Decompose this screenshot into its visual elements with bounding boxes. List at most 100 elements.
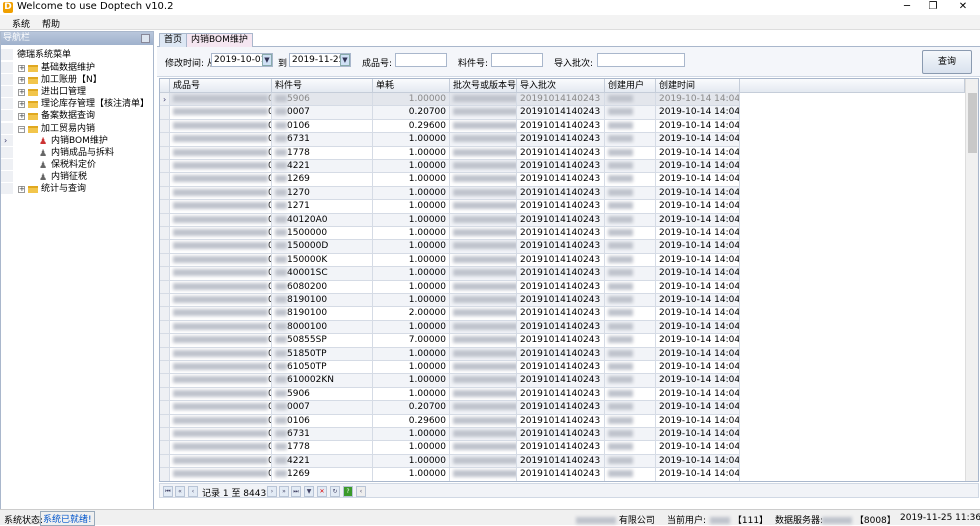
cell-2[interactable]: 1.00000 (373, 173, 450, 187)
table-row[interactable]: 0BAKK-GG801060.29600645920191014140243 20… (160, 414, 966, 428)
cell-2[interactable]: 1.00000 (373, 294, 450, 308)
cell-0[interactable]: 0BK-GG8N (170, 253, 272, 268)
cell-1[interactable]: 1269 (272, 173, 373, 187)
cell-3[interactable]: 3980 (450, 186, 517, 201)
nav-item[interactable]: − 加工贸易内销 (1, 122, 153, 135)
cell-5[interactable] (605, 334, 656, 348)
batch-input[interactable] (597, 53, 685, 67)
cell-5[interactable] (605, 119, 656, 134)
cell-1[interactable]: 8190100 (272, 307, 373, 321)
cell-4[interactable]: 20191014140243 (517, 280, 605, 294)
cell-6[interactable]: 2019-10-14 14:04:12 (656, 173, 740, 187)
cell-1[interactable]: 1778 (272, 441, 373, 455)
cell-3[interactable]: 3980 (450, 160, 517, 174)
cell-4[interactable]: 20191014140243 (517, 227, 605, 241)
cell-0[interactable]: 0BAKK-GG8 (170, 414, 272, 428)
cell-1[interactable]: 6731 (272, 133, 373, 147)
collapse-icon[interactable]: − (18, 125, 25, 133)
cell-3[interactable]: 6459 (450, 428, 517, 442)
column-header[interactable]: 料件号 (272, 79, 373, 93)
table-row[interactable]: 0BK-GG8N01060.29600398020191014140243 201… (160, 119, 966, 134)
cell-4[interactable]: 20191014140243 (517, 468, 605, 481)
cell-5[interactable] (605, 361, 656, 375)
cell-1[interactable]: 0106 (272, 119, 373, 134)
cell-2[interactable]: 0.20700 (373, 106, 450, 120)
cell-4[interactable]: 20191014140243 (517, 374, 605, 388)
cell-1[interactable]: 0106 (272, 414, 373, 428)
nav-item[interactable]: + 理论库存管理【核注清单】 (1, 98, 153, 111)
cell-5[interactable] (605, 227, 656, 241)
cell-1[interactable]: 150000K (272, 253, 373, 268)
cell-2[interactable]: 1.00000 (373, 186, 450, 201)
table-row[interactable]: 0BK-GG8N81901001.00000398020191014140243… (160, 294, 966, 308)
cell-1[interactable]: 150000D (272, 240, 373, 254)
cell-0[interactable]: 0BK-GG8N (170, 106, 272, 120)
cell-0[interactable]: 0BK-GG8N (170, 334, 272, 348)
cell-2[interactable]: 7.00000 (373, 334, 450, 348)
cell-1[interactable]: 50855SP (272, 334, 373, 348)
cell-0[interactable]: 0BAKK-GG8 (170, 468, 272, 481)
cell-0[interactable]: 0BK-GG8N (170, 347, 272, 361)
cell-3[interactable]: 6459 (450, 468, 517, 481)
cell-3[interactable]: 3980 (450, 173, 517, 187)
cell-2[interactable]: 1.00000 (373, 267, 450, 281)
cell-6[interactable]: 2019-10-14 14:04:12 (656, 294, 740, 308)
cell-1[interactable]: 4221 (272, 454, 373, 469)
cell-5[interactable] (605, 441, 656, 455)
cell-5[interactable] (605, 240, 656, 254)
cell-3[interactable]: 3980 (450, 267, 517, 281)
cell-6[interactable]: 2019-10-14 14:04:12 (656, 387, 740, 402)
scroll-left-icon[interactable]: ‹ (356, 486, 366, 497)
cell-5[interactable] (605, 106, 656, 120)
cell-2[interactable]: 1.00000 (373, 454, 450, 469)
cell-3[interactable]: 3980 (450, 374, 517, 388)
nav-item[interactable]: + 统计与查询 (1, 183, 153, 195)
cell-0[interactable]: 0BK-GG8N (170, 294, 272, 308)
pin-icon[interactable] (141, 34, 150, 43)
cell-6[interactable]: 2019-10-14 14:04:12 (656, 320, 740, 335)
cell-6[interactable]: 2019-10-14 14:04:12 (656, 93, 740, 107)
cell-3[interactable]: 6459 (450, 414, 517, 428)
table-row[interactable]: 0BK-GG8N12711.00000398020191014140243 201… (160, 200, 966, 214)
cell-6[interactable]: 2019-10-14 14:04:12 (656, 280, 740, 294)
close-button[interactable]: ✕ (950, 0, 976, 15)
cell-1[interactable]: 40120A0 (272, 213, 373, 227)
cell-1[interactable]: 6731 (272, 428, 373, 442)
cell-5[interactable] (605, 347, 656, 361)
cell-0[interactable]: 0BAKK-GG8 (170, 441, 272, 455)
cell-0[interactable]: 0BK-GG8N (170, 119, 272, 134)
expand-icon[interactable]: + (18, 65, 25, 72)
table-row[interactable]: 0BK-GG8N12691.00000398020191014140243 201… (160, 173, 966, 187)
cell-2[interactable]: 1.00000 (373, 93, 450, 107)
cell-2[interactable]: 1.00000 (373, 160, 450, 174)
cell-5[interactable] (605, 133, 656, 147)
cell-4[interactable]: 20191014140243 (517, 160, 605, 174)
cell-2[interactable]: 1.00000 (373, 320, 450, 335)
cell-5[interactable] (605, 320, 656, 335)
cell-6[interactable]: 2019-10-14 14:04:12 (656, 119, 740, 134)
cell-1[interactable]: 1271 (272, 200, 373, 214)
cell-3[interactable]: 3980 (450, 361, 517, 375)
cell-1[interactable]: 0007 (272, 106, 373, 120)
cell-2[interactable]: 1.00000 (373, 428, 450, 442)
table-row[interactable]: 0BK-GG8N81901002.00000398020191014140243… (160, 307, 966, 321)
cell-4[interactable]: 20191014140243 (517, 428, 605, 442)
cell-3[interactable]: 3980 (450, 106, 517, 120)
cell-3[interactable]: 3980 (450, 227, 517, 241)
cell-0[interactable]: 0BK-GG8N (170, 200, 272, 214)
cell-4[interactable]: 20191014140243 (517, 267, 605, 281)
cell-2[interactable]: 1.00000 (373, 213, 450, 227)
cell-2[interactable]: 1.00000 (373, 374, 450, 388)
expand-icon[interactable]: + (18, 101, 25, 109)
cell-2[interactable]: 1.00000 (373, 240, 450, 254)
next-icon[interactable]: › (267, 486, 277, 497)
nav-item[interactable]: › ♟ 内销BOM维护 (1, 134, 153, 147)
cell-1[interactable]: 6080200 (272, 280, 373, 294)
cell-1[interactable]: 8000100 (272, 320, 373, 335)
expand-icon[interactable]: + (18, 89, 25, 97)
table-row[interactable]: 0BK-GG8N67311.00000398020191014140243 201… (160, 133, 966, 147)
cell-2[interactable]: 1.00000 (373, 253, 450, 268)
cell-1[interactable]: 1778 (272, 146, 373, 160)
vertical-scrollbar[interactable] (965, 79, 978, 481)
next-page-group-icon[interactable]: » (279, 486, 289, 497)
